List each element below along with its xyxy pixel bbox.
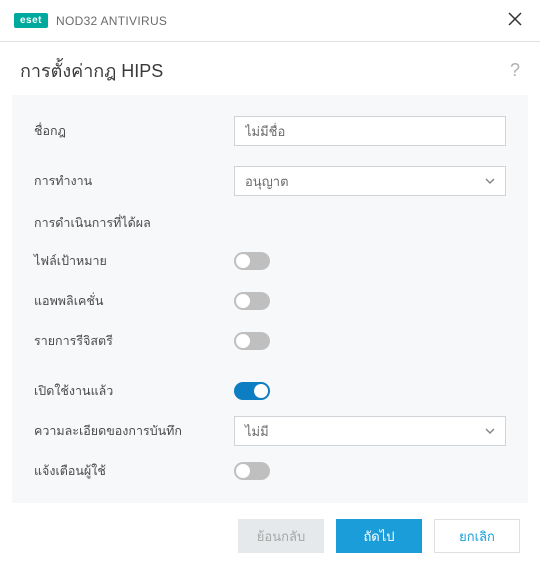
close-icon bbox=[508, 12, 522, 26]
chevron-down-icon bbox=[485, 424, 495, 439]
titlebar: eset NOD32 ANTIVIRUS bbox=[0, 0, 540, 42]
registry-label: รายการรีจิสตรี bbox=[34, 331, 234, 351]
enabled-label: เปิดใช้งานแล้ว bbox=[34, 381, 234, 401]
notify-label: แจ้งเตือนผู้ใช้ bbox=[34, 461, 234, 481]
help-button[interactable]: ? bbox=[510, 60, 520, 81]
log-detail-select-value: ไม่มี bbox=[245, 421, 269, 442]
brand-badge: eset bbox=[14, 13, 48, 28]
next-button[interactable]: ถัดไป bbox=[336, 519, 422, 553]
row-notify: แจ้งเตือนผู้ใช้ bbox=[34, 453, 506, 489]
rule-name-input[interactable] bbox=[234, 116, 506, 146]
section-operations-label: การดำเนินการที่ได้ผล bbox=[34, 213, 506, 233]
rule-name-label: ชื่อกฎ bbox=[34, 121, 234, 141]
chevron-down-icon bbox=[485, 174, 495, 189]
action-label: การทำงาน bbox=[34, 171, 234, 191]
row-action: การทำงาน อนุญาต bbox=[34, 163, 506, 199]
applications-toggle[interactable] bbox=[234, 292, 270, 310]
heading-row: การตั้งค่ากฎ HIPS ? bbox=[0, 42, 540, 95]
page-title: การตั้งค่ากฎ HIPS bbox=[20, 56, 163, 85]
row-enabled: เปิดใช้งานแล้ว bbox=[34, 373, 506, 409]
row-registry: รายการรีจิสตรี bbox=[34, 323, 506, 359]
action-select-value: อนุญาต bbox=[245, 171, 289, 192]
brand-text: NOD32 ANTIVIRUS bbox=[56, 14, 167, 28]
log-detail-select[interactable]: ไม่มี bbox=[234, 416, 506, 446]
action-select[interactable]: อนุญาต bbox=[234, 166, 506, 196]
registry-toggle[interactable] bbox=[234, 332, 270, 350]
settings-panel: ชื่อกฎ การทำงาน อนุญาต การดำเนินการที่ได… bbox=[12, 95, 528, 503]
row-target-files: ไฟล์เป้าหมาย bbox=[34, 243, 506, 279]
cancel-button[interactable]: ยกเลิก bbox=[434, 519, 520, 553]
applications-label: แอพพลิเคชั่น bbox=[34, 291, 234, 311]
target-files-toggle[interactable] bbox=[234, 252, 270, 270]
close-button[interactable] bbox=[504, 8, 526, 33]
target-files-label: ไฟล์เป้าหมาย bbox=[34, 251, 234, 271]
back-button[interactable]: ย้อนกลับ bbox=[238, 519, 324, 553]
enabled-toggle[interactable] bbox=[234, 382, 270, 400]
row-applications: แอพพลิเคชั่น bbox=[34, 283, 506, 319]
notify-toggle[interactable] bbox=[234, 462, 270, 480]
log-detail-label: ความละเอียดของการบันทึก bbox=[34, 421, 234, 441]
row-log-detail: ความละเอียดของการบันทึก ไม่มี bbox=[34, 413, 506, 449]
footer: ย้อนกลับ ถัดไป ยกเลิก bbox=[0, 503, 540, 569]
row-rule-name: ชื่อกฎ bbox=[34, 113, 506, 149]
